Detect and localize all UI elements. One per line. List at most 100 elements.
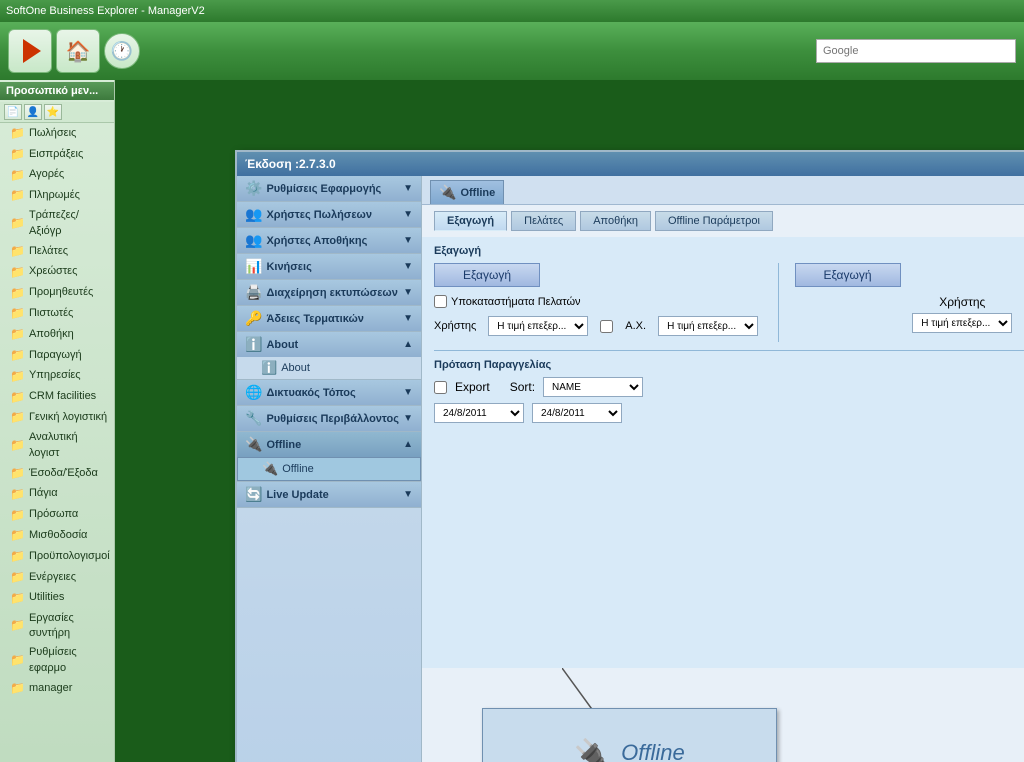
section-header-xristes-pol[interactable]: 👥 Χρήστες Πωλήσεων ▼ (237, 202, 421, 227)
right-column: Εξαγωγή Χρήστης Η τιμή επεξερ... (779, 263, 1024, 342)
expand-icon: ▼ (403, 261, 413, 272)
folder-icon: 📁 (10, 347, 25, 364)
folder-icon: 📁 (10, 465, 25, 482)
section-icon: ⚙️ (245, 180, 262, 197)
sidebar-item-prosopa[interactable]: 📁 Πρόσωπα (0, 505, 114, 526)
sidebar-item-manager[interactable]: 📁 manager (0, 678, 114, 699)
dialog: Έκδοση :2.7.3.0 ─ □ ✕ ⚙️ Ρυθμίσεις Εφαρμ… (235, 150, 1024, 762)
section-icon: 🔑 (245, 310, 262, 327)
subsidiary-checkbox-row: Υποκαταστήματα Πελατών (434, 295, 770, 308)
sidebar-item-energeies[interactable]: 📁 Ενέργειες (0, 567, 114, 588)
user-dropdown-right[interactable]: Η τιμή επεξερ... (912, 313, 1012, 333)
section-icon: 🌐 (245, 384, 262, 401)
sidebar-item-pagia[interactable]: 📁 Πάγια (0, 484, 114, 505)
sidebar-item-label: CRM facilities (29, 389, 96, 404)
right-export-button[interactable]: Εξαγωγή (795, 263, 901, 287)
section-icon: 🔄 (245, 486, 262, 503)
sidebar-item-proypologismoi[interactable]: 📁 Προϋπολογισμοί (0, 546, 114, 567)
user-dropdown-left[interactable]: Η τιμή επεξερ... (488, 316, 588, 336)
play-button[interactable] (8, 29, 52, 73)
expand-icon: ▼ (403, 235, 413, 246)
offline-item[interactable]: 🔌 Offline (237, 457, 421, 481)
search-input[interactable] (816, 39, 1016, 63)
sidebar-item-pliromes[interactable]: 📁 Πληρωμές (0, 185, 114, 206)
expand-icon: ▼ (403, 387, 413, 398)
sidebar-item-xreostes[interactable]: 📁 Χρεώστες (0, 262, 114, 283)
folder-icon: 📁 (10, 507, 25, 524)
ax-dropdown[interactable]: Η τιμή επεξερ... (658, 316, 758, 336)
folder-icon: 📁 (10, 243, 25, 260)
section-rythmiseis-per: 🔧 Ρυθμίσεις Περιβάλλοντος ▼ (237, 406, 421, 432)
sidebar-item-label: Πιστωτές (29, 306, 73, 321)
sidebar-star-btn[interactable]: ⭐ (44, 104, 62, 120)
proposal-label: Πρόταση Παραγγελίας (434, 359, 1024, 371)
sidebar-person-btn[interactable]: 👤 (24, 104, 42, 120)
section-header-offline[interactable]: 🔌 Offline ▲ (237, 432, 421, 457)
sidebar-item-esoda[interactable]: 📁 Έσοδα/Έξοδα (0, 463, 114, 484)
expand-icon: ▲ (403, 339, 413, 350)
sidebar-item-ypiresies[interactable]: 📁 Υπηρεσίες (0, 366, 114, 387)
sidebar-item-geniki[interactable]: 📁 Γενική λογιστική (0, 407, 114, 428)
section-header-diktiacos[interactable]: 🌐 Δικτυακός Τόπος ▼ (237, 380, 421, 405)
section-header-diaxeirisi[interactable]: 🖨️ Διαχείρηση εκτυπώσεων ▼ (237, 280, 421, 305)
section-label: Άδειες Τερματικών (266, 313, 363, 325)
user-label-left: Χρήστης (434, 320, 476, 332)
export-checkbox[interactable] (434, 381, 447, 394)
section-header-rythmiseis-per[interactable]: 🔧 Ρυθμίσεις Περιβάλλοντος ▼ (237, 406, 421, 431)
sidebar-item-crm[interactable]: 📁 CRM facilities (0, 387, 114, 408)
section-header-about[interactable]: ℹ️ About ▲ (237, 332, 421, 357)
expand-icon: ▼ (403, 413, 413, 424)
folder-icon: 📁 (10, 305, 25, 322)
section-icon: 🖨️ (245, 284, 262, 301)
section-header-xristes-apo[interactable]: 👥 Χρήστες Αποθήκης ▼ (237, 228, 421, 253)
date-to-dropdown[interactable]: 24/8/2011 (532, 403, 622, 423)
tab-exagogi[interactable]: Εξαγωγή (434, 211, 507, 231)
sidebar-item-label: Πληρωμές (29, 188, 80, 203)
about-item[interactable]: ℹ️ About (237, 357, 421, 379)
home-button[interactable]: 🏠 (56, 29, 100, 73)
sidebar-item-label: Παραγωγή (29, 348, 82, 363)
left-export-button[interactable]: Εξαγωγή (434, 263, 540, 287)
sidebar-item-rythmiseis[interactable]: 📁 Ρυθμίσεις εφαρμο (0, 643, 114, 678)
section-header-live-update[interactable]: 🔄 Live Update ▼ (237, 482, 421, 507)
tab-offline-params[interactable]: Offline Παράμετροι (655, 211, 773, 231)
sidebar-item-analytiki[interactable]: 📁 Αναλυτική λογιστ (0, 428, 114, 463)
subsidiary-checkbox[interactable] (434, 295, 447, 308)
sidebar-item-misdosia[interactable]: 📁 Μισθοδοσία (0, 525, 114, 546)
date-from-dropdown[interactable]: 24/8/2011 (434, 403, 524, 423)
home-icon: 🏠 (66, 39, 91, 64)
folder-icon: 📁 (10, 569, 25, 586)
sidebar-item-paragogi[interactable]: 📁 Παραγωγή (0, 345, 114, 366)
sidebar-item-pistotes[interactable]: 📁 Πιστωτές (0, 303, 114, 324)
sidebar-item-apothiki[interactable]: 📁 Αποθήκη (0, 324, 114, 345)
sidebar-item-trapezes[interactable]: 📁 Τράπεζες/Αξιόγρ (0, 206, 114, 241)
sidebar-item-promitheftes[interactable]: 📁 Προμηθευτές (0, 283, 114, 304)
sidebar-item-poliseis[interactable]: 📁 Πωλήσεις (0, 123, 114, 144)
clock-button[interactable]: 🕐 (104, 33, 140, 69)
sort-dropdown[interactable]: NAME (543, 377, 643, 397)
section-header-adeies[interactable]: 🔑 Άδειες Τερματικών ▼ (237, 306, 421, 331)
proposal-row: Export Sort: NAME (434, 377, 1024, 397)
sidebar-new-btn[interactable]: 📄 (4, 104, 22, 120)
sidebar-item-label: Εισπράξεις (29, 147, 83, 162)
tab-pelates[interactable]: Πελάτες (511, 211, 576, 231)
dialog-title-bar: Έκδοση :2.7.3.0 ─ □ ✕ (237, 152, 1024, 176)
about-item-label: About (281, 362, 310, 374)
sidebar-item-utilities[interactable]: 📁 Utilities (0, 588, 114, 609)
expand-icon: ▼ (403, 287, 413, 298)
offline-tab-header[interactable]: 🔌 Offline (430, 180, 504, 204)
sidebar-item-label: Αποθήκη (29, 327, 74, 342)
tab-apothiki[interactable]: Αποθήκη (580, 211, 651, 231)
section-header-kiniseis[interactable]: 📊 Κινήσεις ▼ (237, 254, 421, 279)
sidebar-item-label: Πάγια (29, 486, 58, 501)
sidebar-item-eispraxeis[interactable]: 📁 Εισπράξεις (0, 144, 114, 165)
sidebar-item-pelates[interactable]: 📁 Πελάτες (0, 241, 114, 262)
section-header-rythmiseis[interactable]: ⚙️ Ρυθμίσεις Εφαρμογής ▼ (237, 176, 421, 201)
ax-checkbox[interactable] (600, 320, 613, 333)
sidebar-item-agores[interactable]: 📁 Αγορές (0, 165, 114, 186)
sidebar-item-ergasies[interactable]: 📁 Εργασίες συντήρη (0, 609, 114, 644)
folder-icon: 📁 (10, 527, 25, 544)
sidebar-item-label: Αναλυτική λογιστ (29, 430, 108, 461)
clock-icon: 🕐 (111, 41, 133, 62)
folder-icon: 📁 (10, 437, 25, 454)
